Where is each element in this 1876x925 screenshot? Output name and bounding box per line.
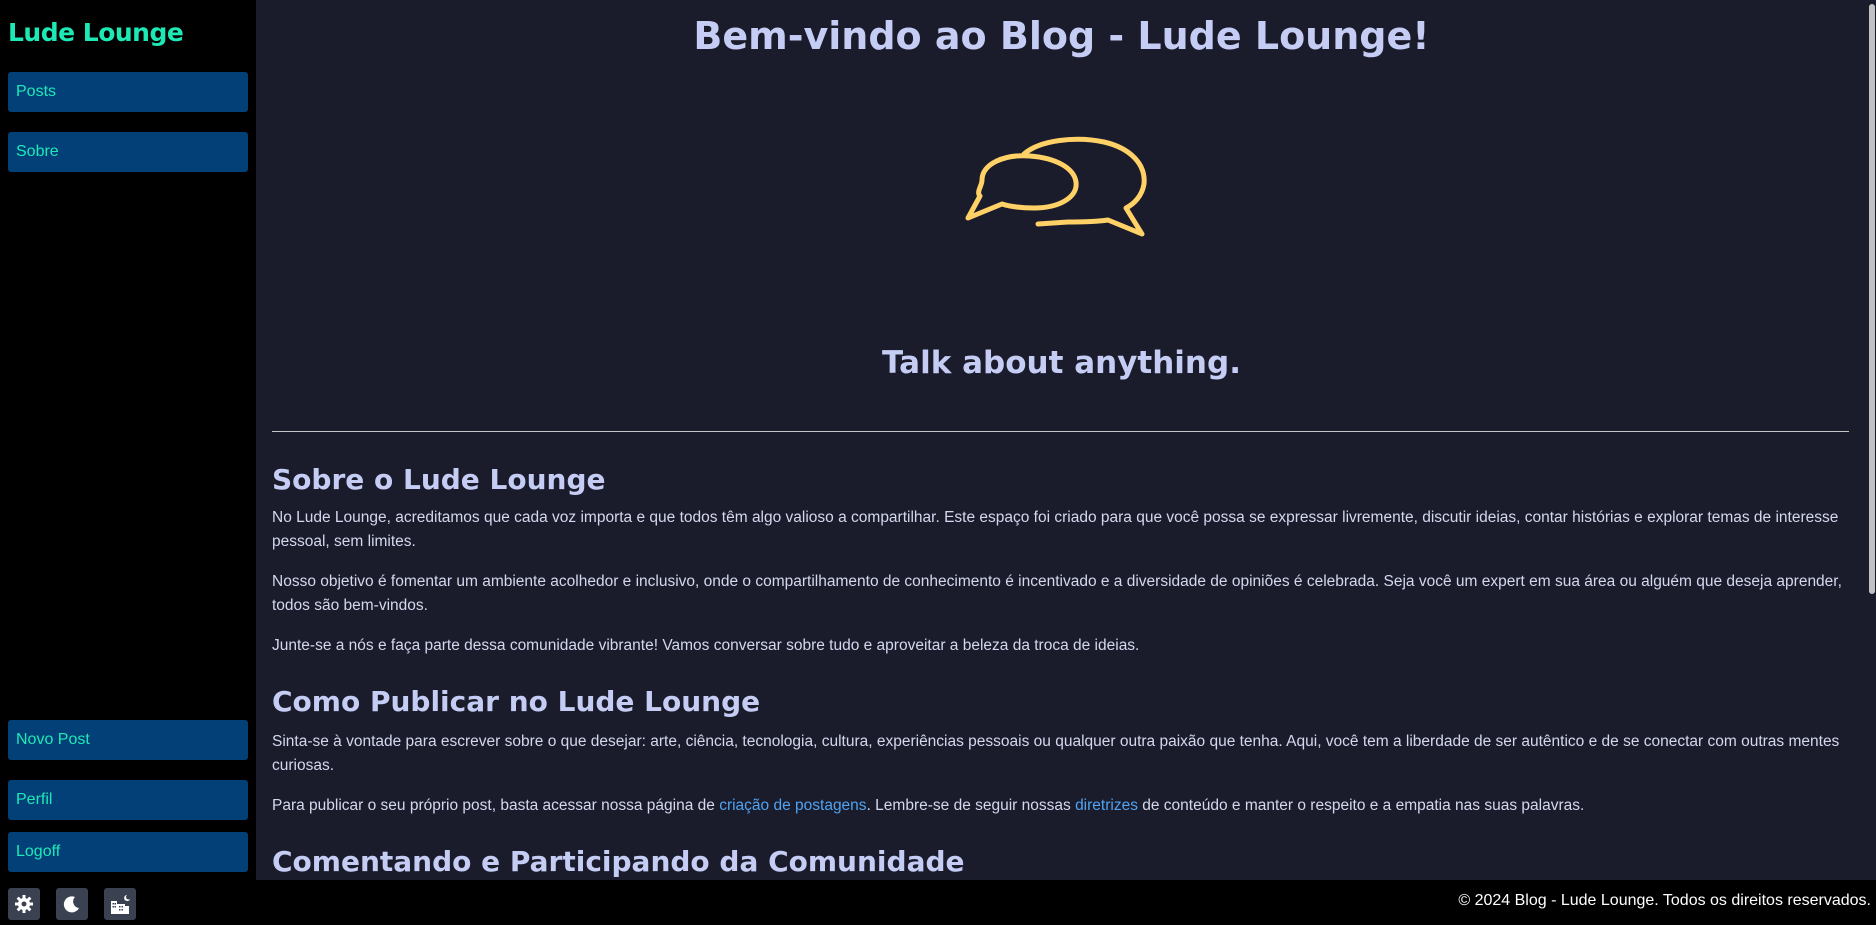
section-heading-sobre: Sobre o Lude Lounge [272,463,606,496]
paragraph-about-3: Junte-se a nós e faça parte dessa comuni… [272,637,1140,654]
settings-button[interactable] [8,888,40,920]
paragraph-text: de conteúdo e manter o respeito e a empa… [1137,797,1585,814]
copyright-text: © 2024 Blog - Lude Lounge. Todos os dire… [1458,892,1871,909]
paragraph-publish-1: Sinta-se à vontade para escrever sobre o… [272,733,1840,774]
sidebar-item-novo-post[interactable]: Novo Post [8,720,248,760]
moon-icon [63,896,79,913]
section-heading-publicar: Como Publicar no Lude Lounge [272,685,761,718]
city-night-icon [111,895,130,914]
sidebar: Lude Lounge Posts Sobre Novo Post Perfil… [0,0,256,880]
divider [272,431,1849,432]
paragraph-publish-2: Para publicar o seu próprio post, basta … [272,794,1584,818]
page-title: Bem-vindo ao Blog - Lude Lounge! [693,14,1430,58]
paragraph-text: Para publicar o seu próprio post, basta … [272,797,720,814]
paragraph-about-2: Nosso objetivo é fomentar um ambiente ac… [272,573,1842,614]
scrollbar-thumb[interactable] [1869,4,1875,594]
paragraph-about-1: No Lude Lounge, acreditamos que cada voz… [272,509,1839,550]
main-content: Bem-vindo ao Blog - Lude Lounge! Talk ab… [256,0,1867,880]
section-heading-comentando: Comentando e Participando da Comunidade [272,845,965,878]
sidebar-item-sobre[interactable]: Sobre [8,132,248,172]
sidebar-item-posts[interactable]: Posts [8,72,248,112]
dark-mode-button[interactable] [56,888,88,920]
tagline: Talk about anything. [882,345,1241,381]
settings-icon [15,895,33,913]
chat-bubbles-icon [965,136,1147,237]
brand-logo[interactable]: Lude Lounge [8,18,184,47]
link-diretrizes[interactable]: diretrizes [1075,797,1138,814]
link-criacao-postagens[interactable]: criação de postagens [719,797,866,814]
paragraph-text: . Lembre-se de seguir nossas [866,797,1076,814]
sidebar-item-logoff[interactable]: Logoff [8,832,248,872]
footer: © 2024 Blog - Lude Lounge. Todos os dire… [0,880,1876,925]
city-night-button[interactable] [104,888,136,920]
sidebar-item-perfil[interactable]: Perfil [8,780,248,820]
